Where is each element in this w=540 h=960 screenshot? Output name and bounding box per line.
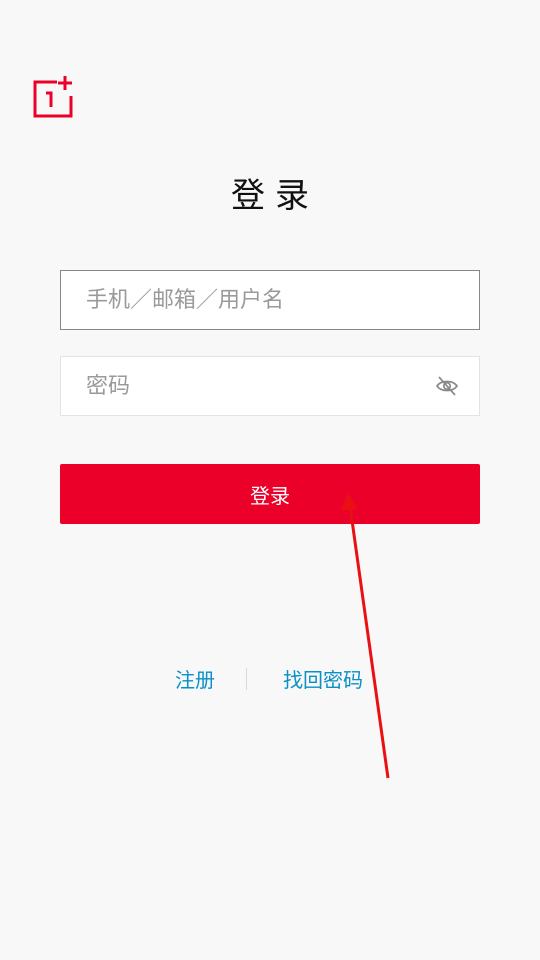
links-divider (246, 668, 247, 690)
eye-hidden-icon[interactable] (435, 375, 459, 397)
password-field-container (60, 356, 480, 416)
login-screen: 登录 登录 注册 找回密码 (0, 0, 540, 960)
oneplus-logo (33, 76, 73, 118)
username-field-container (60, 270, 480, 330)
page-title: 登录 (231, 176, 319, 216)
account-links: 注册 找回密码 (0, 662, 540, 694)
password-input[interactable] (61, 357, 479, 415)
username-input[interactable] (61, 271, 479, 329)
register-link[interactable]: 注册 (175, 664, 215, 693)
recover-password-link[interactable]: 找回密码 (283, 664, 363, 693)
login-button[interactable]: 登录 (60, 464, 480, 524)
